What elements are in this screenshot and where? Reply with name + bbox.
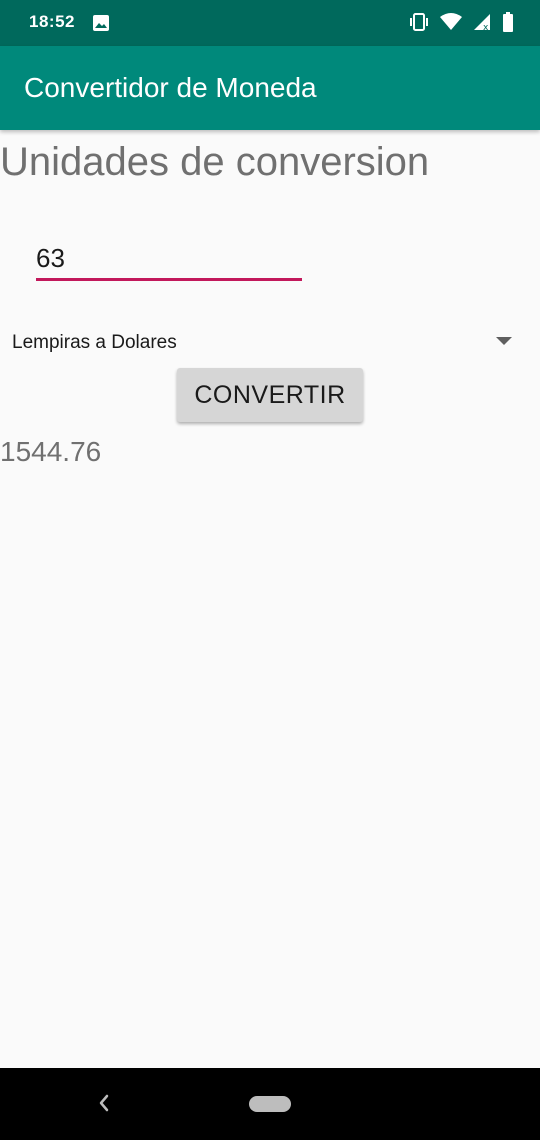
vibrate-icon [408, 13, 430, 31]
status-time: 18:52 [29, 12, 75, 31]
app-screen: 18:52 x Convertidor de Moneda Unidades d… [0, 0, 540, 1140]
wifi-icon [440, 13, 462, 31]
navigation-bar [0, 1068, 540, 1140]
signal-icon: x [472, 13, 492, 31]
gallery-icon [92, 14, 110, 32]
back-icon[interactable] [96, 1092, 112, 1119]
app-title: Convertidor de Moneda [24, 72, 317, 103]
conversion-type-dropdown[interactable]: Lempiras a Dolares [0, 320, 540, 364]
battery-icon [502, 12, 514, 32]
app-bar: Convertidor de Moneda [0, 46, 540, 130]
home-pill-icon[interactable] [249, 1096, 291, 1112]
dropdown-arrow-icon [496, 337, 512, 345]
result-value: 1544.76 [0, 436, 102, 467]
svg-text:x: x [483, 23, 489, 31]
status-bar: 18:52 x [0, 0, 540, 46]
dropdown-selected-value: Lempiras a Dolares [12, 332, 177, 353]
amount-input[interactable] [36, 238, 302, 281]
convert-button[interactable]: CONVERTIR [177, 368, 363, 422]
status-icons: x [408, 12, 514, 32]
page-heading: Unidades de conversion [0, 140, 430, 184]
